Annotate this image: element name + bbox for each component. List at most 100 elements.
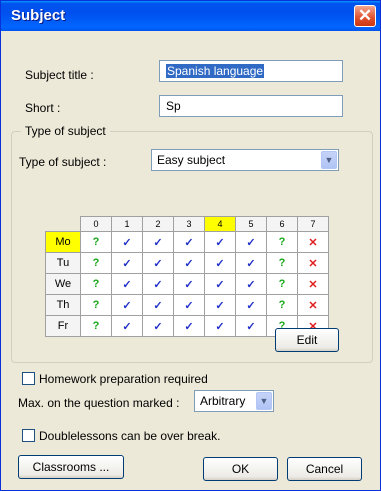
check-icon: ✓ [246,257,256,270]
period-header-row: 01234567 [46,216,329,232]
check-icon: ✓ [246,320,256,333]
timetable-cell[interactable]: ✓ [142,315,174,337]
timetable-cell[interactable]: ? [80,252,112,274]
period-header-7[interactable]: 7 [297,216,329,232]
check-icon: ✓ [153,257,163,270]
day-row-th: Th? ✓ ✓ ✓ ✓ ✓? ✕ [45,294,329,316]
chevron-down-icon[interactable]: ▼ [321,151,337,169]
timetable-cell[interactable]: ✓ [142,294,174,316]
check-icon: ✓ [184,320,194,333]
cancel-button[interactable]: Cancel [287,457,362,481]
timetable-cell[interactable]: ✓ [235,252,267,274]
subject-title-input[interactable]: Spanish language [159,60,343,82]
short-input[interactable]: Sp [159,95,343,117]
timetable-cell[interactable]: ✓ [111,231,143,253]
timetable-cell[interactable]: ? [266,273,298,295]
timetable-cell[interactable]: ✕ [297,252,329,274]
timetable-cell[interactable]: ✓ [173,294,205,316]
chevron-down-icon[interactable]: ▼ [256,392,272,410]
timetable-cell[interactable]: ✓ [142,252,174,274]
doublelessons-checkbox[interactable] [22,429,35,442]
window-title: Subject [11,7,66,24]
type-of-subject-select[interactable]: Easy subject ▼ [151,149,339,171]
timetable-cell[interactable]: ✓ [173,252,205,274]
title-bar[interactable]: Subject ✕ [1,1,380,31]
timetable-cell[interactable]: ? [266,294,298,316]
period-header-5[interactable]: 5 [235,216,267,232]
timetable-cell[interactable]: ✓ [204,252,236,274]
timetable-cell[interactable]: ? [266,231,298,253]
check-icon: ✓ [246,299,256,312]
timetable-cell[interactable]: ✓ [173,315,205,337]
timetable-cell[interactable]: ? [80,294,112,316]
timetable-cell[interactable]: ✓ [235,315,267,337]
timetable-cell[interactable]: ✓ [111,273,143,295]
check-icon: ✓ [215,299,225,312]
period-header-4[interactable]: 4 [204,216,236,232]
question-mark-icon: ? [92,236,100,248]
cross-icon: ✕ [308,257,318,270]
classrooms-button[interactable]: Classrooms ... [18,455,124,479]
type-of-subject-label: Type of subject : [19,155,107,169]
check-icon: ✓ [122,278,132,291]
period-header-3[interactable]: 3 [173,216,205,232]
check-icon: ✓ [122,320,132,333]
ok-button[interactable]: OK [203,457,278,481]
close-button[interactable]: ✕ [354,5,376,27]
timetable-cell[interactable]: ✓ [235,231,267,253]
day-header-th[interactable]: Th [45,294,81,316]
check-icon: ✓ [184,236,194,249]
timetable-cell[interactable]: ✓ [204,273,236,295]
max-question-select[interactable]: Arbitrary ▼ [194,390,274,412]
check-icon: ✓ [122,257,132,270]
period-header-1[interactable]: 1 [111,216,143,232]
day-header-mo[interactable]: Mo [45,231,81,253]
short-label: Short : [25,101,61,115]
period-header-6[interactable]: 6 [266,216,298,232]
check-icon: ✓ [153,320,163,333]
timetable-cell[interactable]: ? [80,231,112,253]
timetable-cell[interactable]: ✓ [204,231,236,253]
timetable-cell[interactable]: ? [266,252,298,274]
timetable-cell[interactable]: ✓ [142,231,174,253]
timetable-cell[interactable]: ✓ [235,294,267,316]
timetable-cell[interactable]: ✓ [111,315,143,337]
question-mark-icon: ? [278,236,286,248]
cross-icon: ✕ [308,299,318,312]
subject-title-value: Spanish language [166,64,265,78]
check-icon: ✓ [215,278,225,291]
homework-checkbox[interactable] [22,372,35,385]
timetable-cell[interactable]: ✓ [111,252,143,274]
timetable-cell[interactable]: ✕ [297,294,329,316]
timetable-body: Mo? ✓ ✓ ✓ ✓ ✓? ✕ Tu? ✓ ✓ ✓ ✓ ✓? ✕ We? ✓ ✓ ✓ ✓ ✓? ✕ Th? ✓ ✓ ✓ ✓ ✓? ✕… [45,231,329,337]
timetable-cell[interactable]: ✓ [173,231,205,253]
timetable-cell[interactable]: ✓ [204,294,236,316]
timetable-cell[interactable]: ? [80,315,112,337]
cross-icon: ✕ [308,278,318,291]
day-row-tu: Tu? ✓ ✓ ✓ ✓ ✓? ✕ [45,252,329,274]
question-mark-icon: ? [92,320,100,332]
check-icon: ✓ [246,236,256,249]
edit-button[interactable]: Edit [275,328,339,352]
question-mark-icon: ? [92,299,100,311]
timetable-cell[interactable]: ✓ [173,273,205,295]
check-icon: ✓ [246,278,256,291]
short-value: Sp [166,99,181,113]
period-header-0[interactable]: 0 [80,216,112,232]
timetable-cell[interactable]: ✕ [297,231,329,253]
timetable-cell[interactable]: ✓ [111,294,143,316]
timetable-cell[interactable]: ✓ [204,315,236,337]
day-row-we: We? ✓ ✓ ✓ ✓ ✓? ✕ [45,273,329,295]
day-header-fr[interactable]: Fr [45,315,81,337]
question-mark-icon: ? [92,278,100,290]
period-header-2[interactable]: 2 [142,216,174,232]
day-header-we[interactable]: We [45,273,81,295]
day-header-tu[interactable]: Tu [45,252,81,274]
timetable-cell[interactable]: ✕ [297,273,329,295]
homework-label: Homework preparation required [39,372,208,386]
timetable-cell[interactable]: ? [80,273,112,295]
timetable-cell[interactable]: ✓ [235,273,267,295]
check-icon: ✓ [122,299,132,312]
subject-title-label: Subject title : [25,68,94,82]
timetable-cell[interactable]: ✓ [142,273,174,295]
